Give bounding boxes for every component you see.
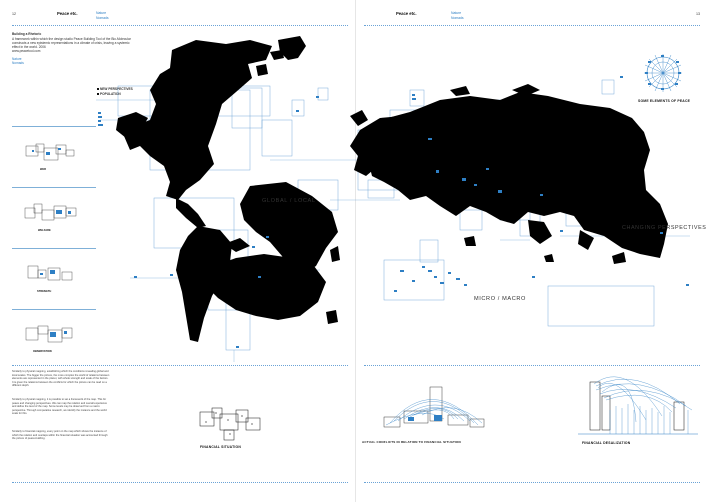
- label-changing-perspectives: CHANGING PERSPECTIVES: [622, 225, 707, 231]
- world-map: [96, 36, 690, 362]
- label-global-local: GLOBAL / LOCAL: [262, 198, 316, 204]
- landmasses: [116, 36, 668, 342]
- label-micro-macro: MICRO / MACRO: [474, 296, 526, 302]
